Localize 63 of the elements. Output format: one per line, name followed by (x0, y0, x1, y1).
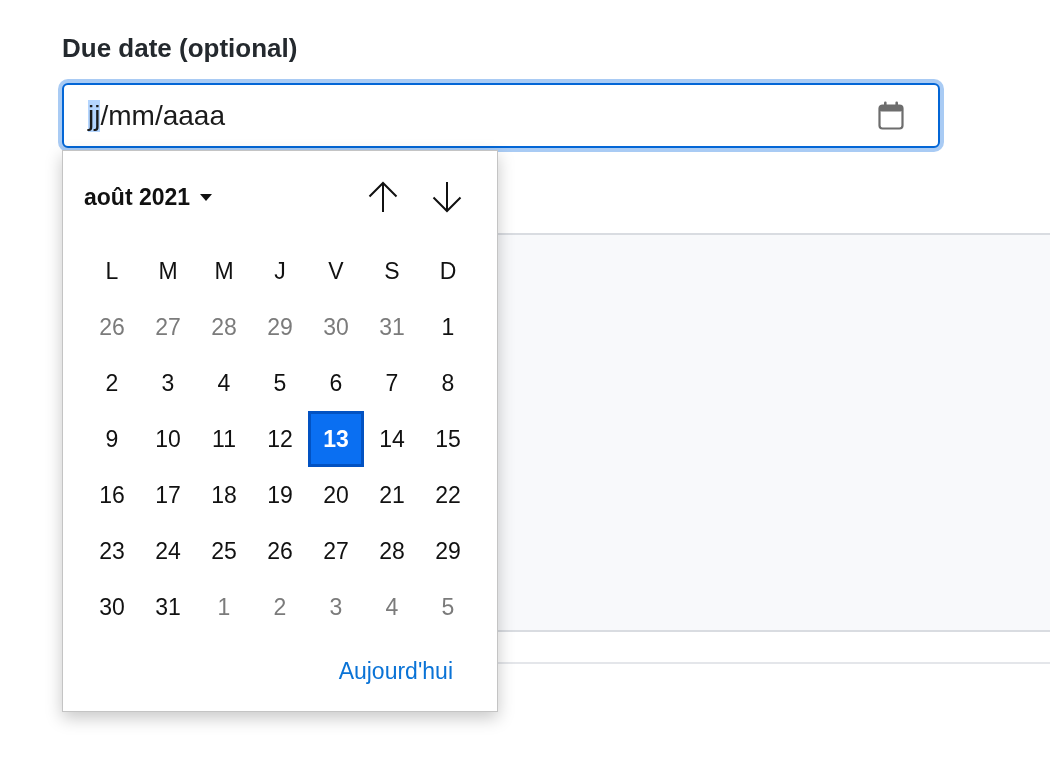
field-label: Due date (optional) (62, 32, 298, 64)
day-cell[interactable]: 26 (84, 299, 140, 355)
date-segment[interactable]: jj (88, 99, 101, 132)
day-cell[interactable]: 14 (364, 411, 420, 467)
date-segment[interactable]: aaaa (162, 99, 225, 132)
day-cell[interactable]: 27 (140, 299, 196, 355)
date-segment[interactable]: mm (108, 99, 155, 132)
day-cell[interactable]: 23 (84, 523, 140, 579)
day-cell[interactable]: 12 (252, 411, 308, 467)
day-cell[interactable]: 29 (252, 299, 308, 355)
weekday-header: M (157, 256, 179, 286)
down-arrow-icon (431, 181, 463, 213)
weekday-header: L (104, 256, 120, 286)
day-cell[interactable]: 9 (84, 411, 140, 467)
day-cell[interactable]: 11 (196, 411, 252, 467)
day-cell[interactable]: 2 (84, 355, 140, 411)
weekday-header: S (383, 256, 401, 286)
day-cell[interactable]: 1 (196, 579, 252, 635)
day-cell[interactable]: 5 (252, 355, 308, 411)
day-cell[interactable]: 6 (308, 355, 364, 411)
day-cell[interactable]: 28 (196, 299, 252, 355)
day-cell[interactable]: 22 (420, 467, 476, 523)
day-cell[interactable]: 21 (364, 467, 420, 523)
day-cell[interactable]: 27 (308, 523, 364, 579)
day-cell[interactable]: 25 (196, 523, 252, 579)
up-arrow-icon (367, 181, 399, 213)
next-month-button[interactable] (431, 181, 463, 213)
day-cell[interactable]: 31 (140, 579, 196, 635)
month-year-dropdown[interactable]: août 2021 (84, 183, 213, 211)
day-cell[interactable]: 4 (364, 579, 420, 635)
day-cell[interactable]: 26 (252, 523, 308, 579)
date-separator: / (154, 99, 163, 132)
day-cell[interactable]: 3 (308, 579, 364, 635)
weekday-header: M (213, 256, 235, 286)
weekday-header: J (273, 256, 287, 286)
day-cell[interactable]: 5 (420, 579, 476, 635)
day-cell[interactable]: 18 (196, 467, 252, 523)
day-cell[interactable]: 16 (84, 467, 140, 523)
calendar-icon[interactable] (878, 101, 904, 130)
day-cell[interactable]: 15 (420, 411, 476, 467)
day-cell[interactable]: 17 (140, 467, 196, 523)
day-cell[interactable]: 20 (308, 467, 364, 523)
day-cell[interactable]: 13 (308, 411, 364, 467)
day-cell[interactable]: 3 (140, 355, 196, 411)
today-link[interactable]: Aujourd'hui (338, 651, 453, 691)
day-cell[interactable]: 30 (308, 299, 364, 355)
weekday-header: D (438, 256, 458, 286)
previous-month-button[interactable] (367, 181, 399, 213)
day-cell[interactable]: 24 (140, 523, 196, 579)
date-separator: / (100, 99, 109, 132)
weekday-header: V (327, 256, 345, 286)
day-cell[interactable]: 29 (420, 523, 476, 579)
day-cell[interactable]: 30 (84, 579, 140, 635)
day-cell[interactable]: 7 (364, 355, 420, 411)
day-cell[interactable]: 8 (420, 355, 476, 411)
day-cell[interactable]: 2 (252, 579, 308, 635)
day-cell[interactable]: 31 (364, 299, 420, 355)
day-cell[interactable]: 28 (364, 523, 420, 579)
day-cell[interactable]: 10 (140, 411, 196, 467)
day-cell[interactable]: 1 (420, 299, 476, 355)
day-cell[interactable]: 19 (252, 467, 308, 523)
caret-icon (200, 193, 213, 201)
day-cell[interactable]: 4 (196, 355, 252, 411)
